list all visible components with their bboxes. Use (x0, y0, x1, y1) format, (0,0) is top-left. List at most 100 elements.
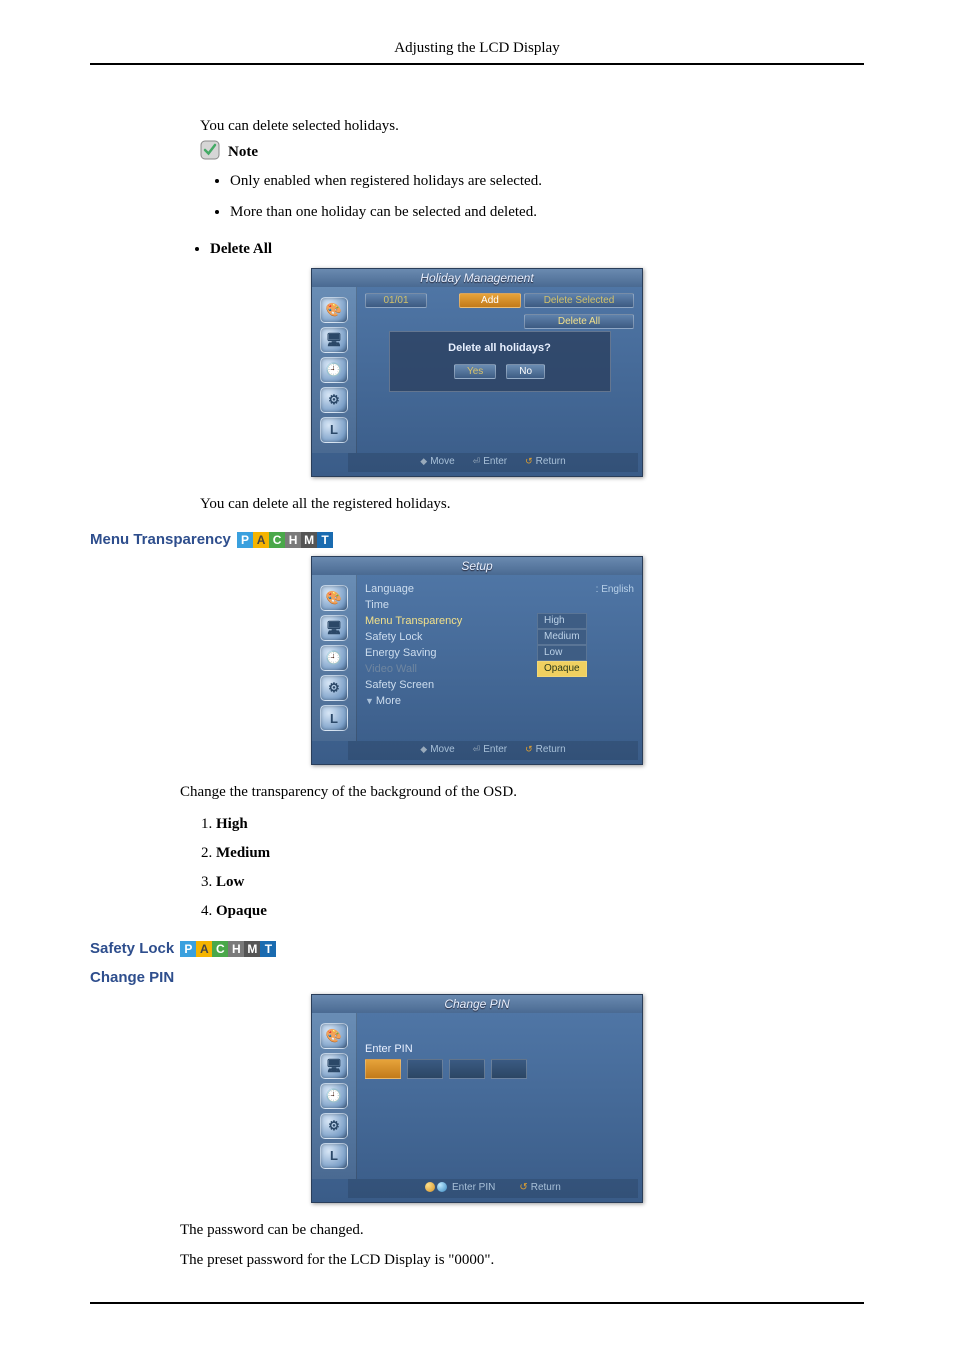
pin-digit-input[interactable] (491, 1059, 527, 1079)
heading-menu-transparency: Menu Transparency P A C H M T (90, 531, 864, 548)
badge-p: P (180, 941, 196, 957)
menu-item[interactable]: Safety Lock (365, 631, 634, 643)
list-item: Medium (216, 845, 864, 862)
option-medium[interactable]: Medium (537, 629, 587, 645)
badge-t: T (317, 532, 333, 548)
note-label: Note (228, 144, 258, 160)
mode-badges: P A C H M T (180, 941, 276, 957)
confirm-dialog: Delete all holidays? Yes No (389, 331, 611, 392)
mode-badges: P A C H M T (237, 532, 333, 548)
menu-item[interactable]: Time (365, 599, 634, 611)
osd-setup: Setup 🎨 🖥 🕘 ⚙ L Language: English Time M… (311, 556, 643, 765)
hint-return: ↺Return (525, 456, 566, 467)
note-list: Only enabled when registered holidays ar… (200, 173, 864, 221)
badge-a: A (253, 532, 269, 548)
badge-t: T (260, 941, 276, 957)
badge-a: A (196, 941, 212, 957)
paint-icon: 🎨 (320, 1023, 348, 1049)
option-low[interactable]: Low (537, 645, 587, 661)
l-icon: L (320, 705, 348, 731)
page-footer-rule (90, 1302, 864, 1314)
dialog-question: Delete all holidays? (400, 342, 600, 354)
osd-footer: ◆Move ⏎Enter ↺Return (348, 453, 638, 472)
pin-input-row (365, 1059, 634, 1079)
delete-all-label: Delete All (210, 241, 272, 257)
text-delete-selected: You can delete selected holidays. (200, 115, 864, 138)
menu-item[interactable]: Energy Saving (365, 647, 634, 659)
menu-value: : English (596, 584, 634, 595)
no-button[interactable]: No (506, 364, 545, 379)
clock-icon: 🕘 (320, 357, 348, 383)
monitor-icon: 🖥 (320, 615, 348, 641)
yes-button[interactable]: Yes (454, 364, 496, 379)
osd-title: Holiday Management (420, 271, 533, 285)
text-preset-password: The preset password for the LCD Display … (180, 1249, 864, 1272)
pin-digit-input[interactable] (365, 1059, 401, 1079)
add-button[interactable]: Add (459, 293, 521, 308)
option-opaque[interactable]: Opaque (537, 661, 587, 677)
menu-item[interactable]: Safety Screen (365, 679, 634, 691)
note-icon (200, 140, 220, 165)
delete-selected-button[interactable]: Delete Selected (524, 293, 634, 308)
l-icon: L (320, 417, 348, 443)
list-item: Opaque (216, 903, 864, 920)
transparency-options: High Medium Low Opaque (537, 597, 587, 677)
dot-icon (437, 1182, 447, 1192)
badge-p: P (237, 532, 253, 548)
transparency-list: High Medium Low Opaque (180, 816, 864, 920)
heading-safety-lock: Safety Lock P A C H M T (90, 940, 864, 957)
page-header: Adjusting the LCD Display (90, 40, 864, 65)
menu-item-selected[interactable]: Menu Transparency (365, 615, 634, 627)
note-item: More than one holiday can be selected an… (230, 204, 864, 221)
hint-move: ◆Move (420, 744, 454, 755)
osd-footer: Enter PIN Return (348, 1179, 638, 1198)
list-item: High (216, 816, 864, 833)
osd-title: Setup (461, 559, 492, 573)
gear-icon: ⚙ (320, 387, 348, 413)
osd-side-icons: 🎨 🖥 🕘 ⚙ L (312, 1013, 357, 1179)
text-delete-all: You can delete all the registered holida… (200, 493, 864, 516)
list-item: Low (216, 874, 864, 891)
paint-icon: 🎨 (320, 297, 348, 323)
pin-digit-input[interactable] (449, 1059, 485, 1079)
paint-icon: 🎨 (320, 585, 348, 611)
badge-c: C (269, 532, 285, 548)
option-high[interactable]: High (537, 613, 587, 629)
badge-h: H (285, 532, 301, 548)
monitor-icon: 🖥 (320, 327, 348, 353)
clock-icon: 🕘 (320, 645, 348, 671)
text-password-change: The password can be changed. (180, 1219, 864, 1242)
osd-holiday-management: Holiday Management 🎨 🖥 🕘 ⚙ L 01/01 Add D… (311, 268, 643, 477)
osd-title: Change PIN (444, 997, 509, 1011)
gear-icon: ⚙ (320, 1113, 348, 1139)
note-row: Note (200, 140, 864, 165)
badge-h: H (228, 941, 244, 957)
menu-item-disabled: Video Wall (365, 663, 634, 675)
hint-enter-pin: Enter PIN (425, 1182, 495, 1193)
badge-m: M (301, 532, 317, 548)
l-icon: L (320, 1143, 348, 1169)
clock-icon: 🕘 (320, 1083, 348, 1109)
menu-more[interactable]: More (376, 695, 634, 707)
osd-change-pin: Change PIN 🎨 🖥 🕘 ⚙ L Enter PIN Enter (311, 994, 643, 1203)
pin-digit-input[interactable] (407, 1059, 443, 1079)
heading-change-pin: Change PIN (90, 969, 864, 986)
dot-icon (425, 1182, 435, 1192)
hint-enter: ⏎Enter (473, 456, 507, 467)
text-transparency: Change the transparency of the backgroun… (180, 781, 864, 804)
osd-side-icons: 🎨 🖥 🕘 ⚙ L (312, 287, 357, 453)
chevron-down-icon: ▼ (365, 696, 374, 706)
enter-pin-label: Enter PIN (365, 1043, 634, 1055)
menu-item[interactable]: Language (365, 583, 596, 595)
hint-move: ◆Move (420, 456, 454, 467)
delete-all-button[interactable]: Delete All (524, 314, 634, 329)
hint-enter: ⏎Enter (473, 744, 507, 755)
osd-footer: ◆Move ⏎Enter ↺Return (348, 741, 638, 760)
monitor-icon: 🖥 (320, 1053, 348, 1079)
delete-all-bullet: Delete All (180, 241, 864, 258)
hint-return: Return (519, 1182, 560, 1193)
badge-c: C (212, 941, 228, 957)
hint-return: ↺Return (525, 744, 566, 755)
gear-icon: ⚙ (320, 675, 348, 701)
osd-side-icons: 🎨 🖥 🕘 ⚙ L (312, 575, 357, 741)
